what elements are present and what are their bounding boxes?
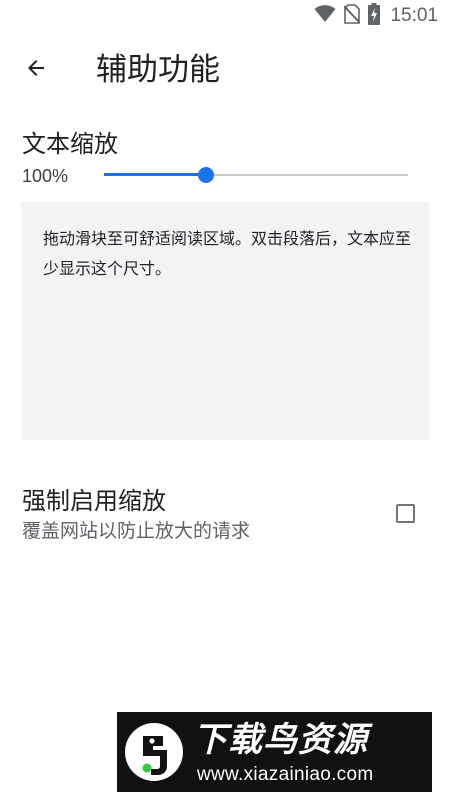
force-zoom-title: 强制启用缩放 [22, 487, 166, 515]
page-title: 辅助功能 [96, 52, 220, 88]
back-button[interactable] [18, 52, 54, 88]
preview-text: 拖动滑块至可舒适阅读区域。双击段落后，文本应至少显示这个尺寸。 [43, 229, 412, 278]
watermark-title: 下载鸟资源 [193, 720, 368, 760]
force-zoom-summary: 覆盖网站以防止放大的请求 [22, 520, 251, 542]
text-scaling-value: 100% [22, 166, 69, 186]
status-bar: 15:01 [0, 0, 450, 32]
watermark: 下载鸟资源 www.xiazainiao.com [117, 712, 432, 792]
watermark-url: www.xiazainiao.com [197, 764, 374, 785]
app-bar: 辅助功能 [0, 40, 450, 100]
status-time: 15:01 [390, 5, 438, 26]
text-scaling-title: 文本缩放 [22, 130, 118, 158]
slider-fill [104, 173, 206, 176]
no-sim-icon [343, 4, 362, 28]
arrow-back-icon [24, 56, 48, 84]
wifi-icon [314, 5, 336, 27]
battery-charging-icon [368, 3, 381, 29]
text-preview-box: 拖动滑块至可舒适阅读区域。双击段落后，文本应至少显示这个尺寸。 [21, 202, 429, 440]
slider-thumb[interactable] [197, 167, 214, 183]
status-icons: 15:01 [314, 3, 438, 29]
force-zoom-setting[interactable]: 强制启用缩放 覆盖网站以防止放大的请求 [0, 480, 450, 552]
text-scaling-slider[interactable] [104, 164, 408, 186]
bird-logo-icon [123, 720, 185, 784]
force-zoom-checkbox[interactable] [396, 504, 415, 523]
